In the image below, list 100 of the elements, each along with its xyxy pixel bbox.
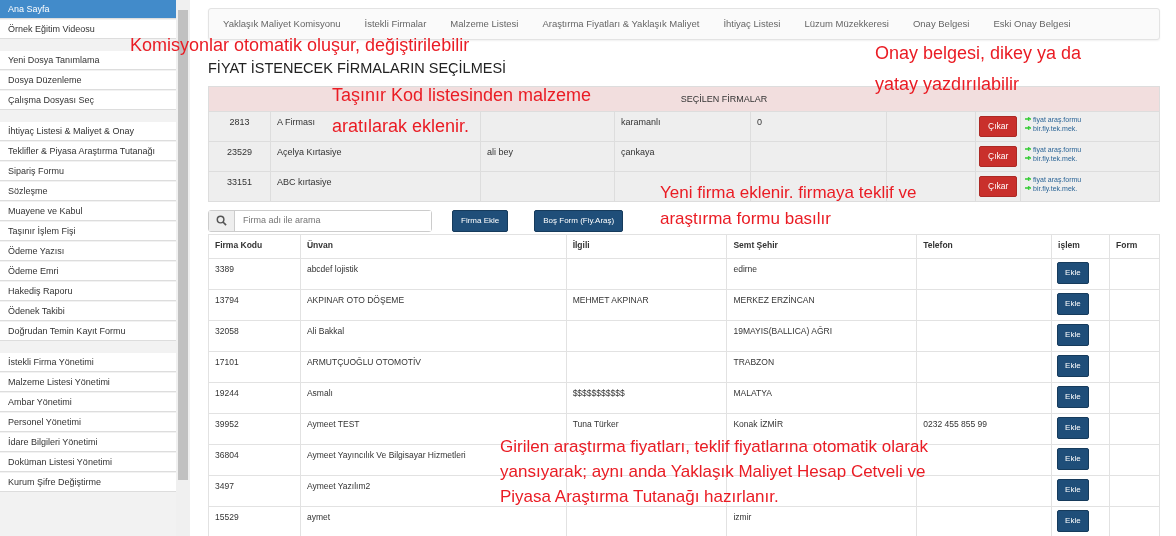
table-cell: 15529 bbox=[208, 506, 301, 536]
sidebar-item[interactable]: Doküman Listesi Yönetimi bbox=[0, 453, 176, 472]
table-cell: 19MAYIS(BALLICA) AĞRI bbox=[726, 320, 917, 352]
add-button[interactable]: Ekle bbox=[1057, 323, 1089, 346]
sidebar-item[interactable]: Ambar Yönetimi bbox=[0, 393, 176, 412]
sidebar-item[interactable]: İdare Bilgileri Yönetimi bbox=[0, 433, 176, 452]
add-button[interactable]: Ekle bbox=[1057, 416, 1089, 439]
arrow-icon bbox=[1025, 117, 1031, 122]
sidebar-item[interactable]: Teklifler & Piyasa Araştırma Tutanağı bbox=[0, 142, 176, 161]
search-icon bbox=[216, 215, 227, 227]
add-button[interactable]: Ekle bbox=[1057, 509, 1089, 532]
arrow-icon bbox=[1025, 156, 1031, 161]
sidebar-item[interactable]: Muayene ve Kabul bbox=[0, 202, 176, 221]
sidebar-item[interactable]: Ödeme Emri bbox=[0, 262, 176, 281]
annotation-text: Onay belgesi, dikey ya da bbox=[875, 42, 1082, 65]
add-button[interactable]: Ekle bbox=[1057, 292, 1089, 315]
table-cell: A Firması bbox=[277, 116, 315, 127]
column-header: Firma Kodu bbox=[208, 234, 301, 259]
table-cell: 13794 bbox=[208, 289, 301, 321]
sidebar-item[interactable]: Çalışma Dosyası Seç bbox=[0, 91, 176, 110]
sidebar-item[interactable]: Ödenek Takibi bbox=[0, 302, 176, 321]
add-button[interactable]: Ekle bbox=[1057, 261, 1089, 284]
add-button[interactable]: Ekle bbox=[1057, 447, 1089, 470]
table-cell: 3497 bbox=[208, 475, 301, 507]
nav-tab[interactable]: İhtiyaç Listesi bbox=[723, 16, 781, 32]
sidebar-item[interactable]: Personel Yönetimi bbox=[0, 413, 176, 432]
add-button[interactable]: Ekle bbox=[1057, 354, 1089, 377]
search-field[interactable]: Firma adı ile arama bbox=[208, 209, 432, 232]
table-cell: abcdef lojistik bbox=[300, 258, 567, 290]
table-cell: AKPINAR OTO DÖŞEME bbox=[300, 289, 567, 321]
table-cell: çankaya bbox=[621, 146, 655, 157]
arrow-icon bbox=[1025, 126, 1031, 131]
annotation-text: araştırma formu basılır bbox=[660, 208, 831, 230]
nav-tab[interactable]: Lüzum Müzekkeresi bbox=[804, 16, 889, 32]
remove-button[interactable]: Çıkar bbox=[979, 145, 1018, 167]
add-button[interactable]: Ekle bbox=[1057, 385, 1089, 408]
remove-button[interactable]: Çıkar bbox=[979, 115, 1018, 137]
table-cell: MERKEZ ERZİNCAN bbox=[726, 289, 917, 321]
sidebar-item[interactable]: Dosya Düzenleme bbox=[0, 71, 176, 90]
sidebar-item[interactable]: Ödeme Yazısı bbox=[0, 242, 176, 261]
add-button[interactable]: Ekle bbox=[1057, 478, 1089, 501]
table-cell: TRABZON bbox=[726, 351, 917, 383]
nav-tab[interactable]: Yaklaşık Maliyet Komisyonu bbox=[223, 16, 341, 32]
table-cell: Asmalı bbox=[300, 382, 567, 414]
table-cell: 2813 bbox=[229, 116, 250, 127]
table-cell: ABC kırtasiye bbox=[277, 176, 332, 187]
table-cell: Ali Bakkal bbox=[300, 320, 567, 352]
annotation-text: aratılarak eklenir. bbox=[332, 115, 470, 138]
annotation-text: Yeni firma eklenir. firmaya teklif ve bbox=[660, 182, 917, 204]
column-header: Telefon bbox=[916, 234, 1052, 259]
column-header: işlem bbox=[1051, 234, 1110, 259]
sidebar-item[interactable]: İstekli Firma Yönetimi bbox=[0, 353, 176, 372]
table-cell: MEHMET AKPINAR bbox=[566, 289, 727, 321]
panel-title: SEÇİLEN FİRMALAR bbox=[680, 93, 768, 104]
column-header: Semt Şehir bbox=[726, 234, 917, 259]
table-cell: 39952 bbox=[208, 413, 301, 445]
blank-form-button[interactable]: Boş Form (Fiy.Araş) bbox=[534, 209, 624, 232]
nav-tab[interactable]: Eski Onay Belgesi bbox=[993, 16, 1071, 32]
table-cell: 19244 bbox=[208, 382, 301, 414]
arrow-icon bbox=[1025, 147, 1031, 152]
sidebar-item[interactable]: Kurum Şifre Değiştirme bbox=[0, 473, 176, 492]
table-cell: MALATYA bbox=[726, 382, 917, 414]
annotation-text: Taşınır Kod listesinden malzeme bbox=[332, 84, 592, 107]
table-cell: ARMUTÇUOĞLU OTOMOTİV bbox=[300, 351, 567, 383]
nav-tab[interactable]: İstekli Firmalar bbox=[364, 16, 427, 32]
sidebar-item[interactable]: Ana Sayfa bbox=[0, 0, 176, 19]
sidebar-item[interactable]: Doğrudan Temin Kayıt Formu bbox=[0, 322, 176, 341]
sidebar-item[interactable]: Sözleşme bbox=[0, 182, 176, 201]
column-header: Form bbox=[1109, 234, 1160, 259]
table-cell: 32058 bbox=[208, 320, 301, 352]
nav-tab[interactable]: Araştırma Fiyatları & Yaklaşık Maliyet bbox=[542, 16, 700, 32]
table-cell: 17101 bbox=[208, 351, 301, 383]
sidebar-item[interactable]: Taşınır İşlem Fişi bbox=[0, 222, 176, 241]
sidebar-item[interactable]: Örnek Eğitim Videosu bbox=[0, 20, 176, 39]
sidebar-item[interactable]: İhtiyaç Listesi & Maliyet & Onay bbox=[0, 122, 176, 141]
annotation-text: yatay yazdırılabilir bbox=[875, 73, 1020, 96]
nav-tab[interactable]: Onay Belgesi bbox=[912, 16, 970, 32]
table-cell: 23529 bbox=[227, 146, 252, 157]
arrow-icon bbox=[1025, 186, 1031, 191]
table-cell: 0 bbox=[757, 116, 762, 127]
sidebar-item[interactable]: Hakediş Raporu bbox=[0, 282, 176, 301]
remove-button[interactable]: Çıkar bbox=[979, 175, 1018, 197]
table-cell: 3389 bbox=[208, 258, 301, 290]
sidebar-item[interactable]: Yeni Dosya Tanımlama bbox=[0, 51, 176, 70]
column-header: Ünvan bbox=[300, 234, 567, 259]
column-header: İlgili bbox=[566, 234, 727, 259]
table-cell: karamanlı bbox=[621, 116, 661, 127]
page-heading: FİYAT İSTENECEK FİRMALARIN SEÇİLMESİ bbox=[208, 59, 508, 78]
add-firm-button[interactable]: Firma Ekle bbox=[452, 209, 509, 232]
arrow-icon bbox=[1025, 177, 1031, 182]
table-cell: 33151 bbox=[227, 176, 252, 187]
annotation-text: yansıyarak; aynı anda Yaklaşık Maliyet Hesap Cetveli ve bbox=[500, 461, 926, 483]
table-cell: edirne bbox=[726, 258, 917, 290]
sidebar-item[interactable]: Sipariş Formu bbox=[0, 162, 176, 181]
nav-tab[interactable]: Malzeme Listesi bbox=[450, 16, 519, 32]
table-cell: $$$$$$$$$$$ bbox=[566, 382, 727, 414]
table-cell: 36804 bbox=[208, 444, 301, 476]
annotation-text: Piyasa Araştırma Tutanağı hazırlanır. bbox=[500, 486, 779, 508]
table-cell: ali bey bbox=[487, 146, 513, 157]
sidebar-item[interactable]: Malzeme Listesi Yönetimi bbox=[0, 373, 176, 392]
